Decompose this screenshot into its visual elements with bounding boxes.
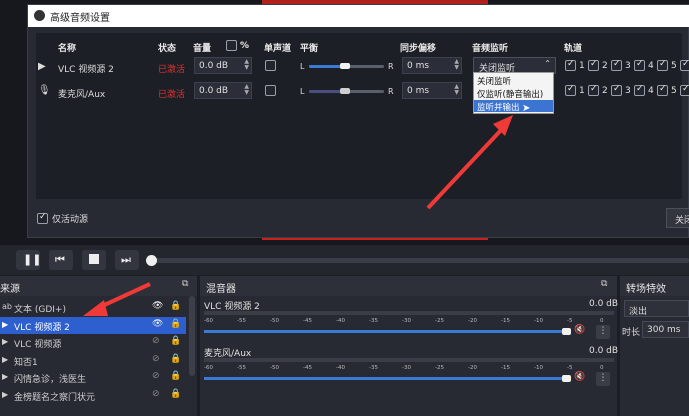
arrow-to-dropdown (426, 126, 505, 210)
obs-window: 高级音频设置 名称 状态 音量 % 单声道 平衡 同步偏移 音频监听 轨道 ▶ … (0, 0, 689, 416)
arrow-head-source (83, 300, 108, 316)
annotation-arrows (83, 115, 513, 316)
arrow-to-source (99, 282, 151, 309)
